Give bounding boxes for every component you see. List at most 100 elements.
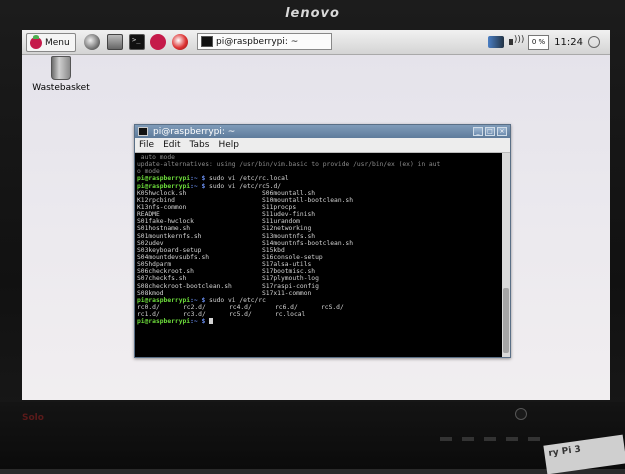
text-cursor (209, 318, 214, 325)
command-line: pi@raspberrypi:~ $ sudo vi /etc/rc (137, 296, 266, 304)
monitor-bezel: lenovo Solo ry Pi 3 Menu pi@raspberrypi:… (0, 0, 625, 474)
listing-entry: S10mountall-bootclean.sh (262, 196, 353, 204)
rc-entry (321, 311, 367, 318)
listing-entry: S08checkroot-bootclean.sh (137, 282, 232, 290)
rc-entry: rc0.d/ (137, 303, 160, 311)
listing-entry: K05hwclock.sh (137, 189, 187, 197)
listing-row: S01mountkernfs.sh S13mountnfs.sh (137, 233, 500, 240)
monitor-bottom-bezel (0, 402, 625, 469)
browser-icon[interactable] (84, 34, 100, 50)
listing-entry: S01hostname.sh (137, 225, 191, 233)
listing-entry: S16console-setup (262, 253, 323, 261)
menu-label: Menu (45, 37, 70, 48)
menu-file[interactable]: File (139, 140, 154, 150)
terminal-window: pi@raspberrypi: ~ _ □ × File Edit Tabs H… (134, 124, 511, 358)
listing-row: S02udev S14mountnfs-bootclean.sh (137, 240, 500, 247)
terminal-titlebar[interactable]: pi@raspberrypi: ~ _ □ × (135, 125, 510, 138)
listing-entry: S11urandom (262, 218, 300, 226)
listing-entry: S13mountnfs.sh (262, 232, 316, 240)
rc-entry: rc5.d/ (229, 311, 252, 319)
output-line: auto mode (137, 154, 175, 161)
command-line: pi@raspberrypi:~ $ (137, 318, 500, 325)
monitor-bottom-logo: Solo (22, 413, 44, 423)
desktop-screen: Menu pi@raspberrypi: ~ 0 % 11:24 Wasteba… (22, 30, 610, 400)
monitor-controls (440, 426, 600, 441)
listing-row: S06checkroot.sh S17bootmisc.sh (137, 268, 500, 275)
system-tray: 0 % 11:24 (487, 34, 600, 50)
listing-entry: S17bootmisc.sh (262, 268, 316, 276)
monitor-brand: lenovo (285, 6, 340, 21)
listing-entry: S02udev (137, 239, 164, 247)
maximize-button[interactable]: □ (485, 127, 495, 136)
terminal-icon (138, 127, 148, 136)
listing-entry: S01mountkernfs.sh (137, 232, 202, 240)
listing-entry: README (137, 211, 160, 219)
output-line: update-alternatives: using /usr/bin/vim.… (137, 161, 441, 169)
desktop-icon-wastebasket[interactable]: Wastebasket (26, 56, 96, 93)
listing-entry: S11udev-finish (262, 211, 316, 219)
listing-entry: S11procps (262, 203, 297, 211)
power-button[interactable] (515, 408, 527, 420)
command-line: pi@raspberrypi:~ $ sudo vi /etc/rc.local (137, 175, 289, 183)
listing-entry: K12rpcbind (137, 196, 175, 204)
terminal-menubar: File Edit Tabs Help (135, 138, 510, 153)
file-manager-icon[interactable] (107, 34, 123, 50)
listing-row: README S11udev-finish (137, 211, 500, 218)
listing-entry: S03keyboard-setup (137, 246, 202, 254)
network-icon[interactable] (487, 36, 504, 48)
taskbar: Menu pi@raspberrypi: ~ 0 % 11:24 (22, 30, 610, 55)
listing-entry: S17raspi-config (262, 282, 319, 290)
listing-entry: S12networking (262, 225, 312, 233)
raspberry-app-icon[interactable] (150, 34, 166, 50)
rc-entry: rc2.d/ (183, 303, 206, 311)
clock: 11:24 (554, 36, 583, 48)
terminal-scrollbar[interactable] (502, 153, 510, 357)
rc-entry: rc6.d/ (275, 303, 298, 311)
menu-edit[interactable]: Edit (163, 140, 180, 150)
trash-icon (51, 56, 71, 80)
listing-entry: S17alsa-utils (262, 261, 312, 269)
listing-row: S05hdparm S17alsa-utils (137, 261, 500, 268)
listing-entry: S17x11-common (262, 289, 312, 297)
menu-help[interactable]: Help (218, 140, 239, 150)
listing-row: S07checkfs.sh S17plymouth-log (137, 275, 500, 282)
close-button[interactable]: × (497, 127, 507, 136)
listing-entry: S14mountnfs-bootclean.sh (262, 239, 353, 247)
raspberry-pi-icon (30, 34, 42, 49)
rc-entry: rc4.d/ (229, 303, 252, 311)
listing-entry: S06checkroot.sh (137, 268, 194, 276)
directory-listing: K05hwclock.sh S06mountall.sh K12rpcbind S10… (137, 190, 500, 297)
listing-entry: S17plymouth-log (262, 275, 319, 283)
rc-entry: rc.local (275, 311, 306, 319)
volume-icon[interactable] (508, 35, 524, 48)
scrollbar-thumb[interactable] (503, 288, 509, 353)
wolfram-icon[interactable] (172, 34, 188, 50)
listing-entry: S01fake-hwclock (137, 218, 194, 226)
minimize-button[interactable]: _ (473, 127, 483, 136)
listing-row: S08checkroot-bootclean.sh S17raspi-config (137, 283, 500, 290)
listing-row: K12rpcbind S10mountall-bootclean.sh (137, 197, 500, 204)
listing-row: K13nfs-common S11procps (137, 204, 500, 211)
wastebasket-label: Wastebasket (32, 83, 90, 93)
menu-button[interactable]: Menu (26, 33, 76, 52)
task-title: pi@raspberrypi: ~ (216, 36, 299, 47)
eject-icon[interactable] (588, 36, 600, 48)
listing-row: S08kmod S17x11-common (137, 290, 500, 297)
terminal-output[interactable]: auto mode update-alternatives: using /us… (135, 153, 502, 357)
listing-row: S01fake-hwclock S11urandom (137, 218, 500, 225)
command-line: pi@raspberrypi:~ $ sudo vi /etc/rc5.d/ (137, 182, 282, 190)
terminal-launcher-icon[interactable] (129, 34, 145, 50)
listing-entry: S15kbd (262, 246, 285, 254)
cpu-monitor: 0 % (527, 34, 550, 50)
listing-row: S04mountdevsubfs.sh S16console-setup (137, 254, 500, 261)
listing-entry: S04mountdevsubfs.sh (137, 253, 210, 261)
listing-entry: K13nfs-common (137, 203, 187, 211)
listing-entry: S07checkfs.sh (137, 275, 187, 283)
taskbar-window-terminal[interactable]: pi@raspberrypi: ~ (197, 33, 332, 50)
menu-tabs[interactable]: Tabs (190, 140, 210, 150)
window-title: pi@raspberrypi: ~ (153, 126, 236, 137)
listing-row: S01hostname.sh S12networking (137, 225, 500, 232)
terminal-icon (201, 36, 213, 47)
listing-entry: S06mountall.sh (262, 189, 316, 197)
listing-row: K05hwclock.sh S06mountall.sh (137, 190, 500, 197)
